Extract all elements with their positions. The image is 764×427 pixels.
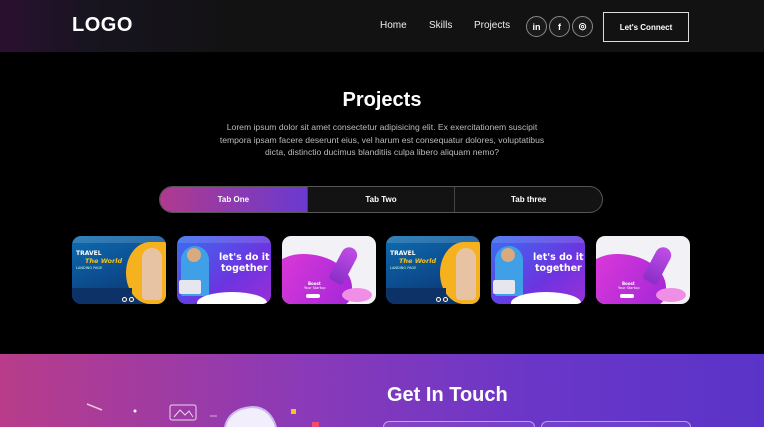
- lets-connect-button[interactable]: Let's Connect: [603, 12, 689, 42]
- contact-illustration: [86, 403, 319, 427]
- card-caption: LANDING PAGE: [390, 266, 417, 270]
- card-person: [501, 248, 515, 262]
- card-laptop: [179, 280, 201, 294]
- last-name-field[interactable]: [541, 421, 691, 427]
- card-button: [306, 294, 320, 298]
- card-heading: let's do it: [219, 252, 270, 263]
- card-subheading: The World: [85, 257, 123, 265]
- project-card[interactable]: Boost Your Startup: [282, 236, 376, 304]
- projects-title: Projects: [342, 89, 422, 111]
- card-shape: [656, 288, 686, 302]
- project-card[interactable]: TRAVEL The World LANDING PAGE: [72, 236, 166, 304]
- slider-dot: [129, 297, 134, 302]
- card-button: [620, 294, 634, 298]
- tab-one[interactable]: Tab One: [160, 187, 307, 212]
- card-caption: LANDING PAGE: [76, 266, 103, 270]
- card-person: [456, 248, 476, 300]
- nav-link-home[interactable]: Home: [380, 20, 407, 31]
- slider-dot: [436, 297, 441, 302]
- facebook-icon[interactable]: f: [549, 16, 570, 37]
- slider-dot: [122, 297, 127, 302]
- card-heading: let's do it: [533, 252, 584, 263]
- card-topbar: [491, 236, 585, 243]
- card-shape: [342, 288, 372, 302]
- tab-two[interactable]: Tab Two: [306, 187, 455, 212]
- card-person: [142, 248, 162, 300]
- project-card[interactable]: TRAVEL The World LANDING PAGE: [386, 236, 480, 304]
- card-subheading: Your Startup: [304, 286, 326, 290]
- nav-link-skills[interactable]: Skills: [429, 20, 452, 31]
- linkedin-icon[interactable]: in: [526, 16, 547, 37]
- tab-three[interactable]: Tab three: [454, 187, 602, 212]
- projects-description: Lorem ipsum dolor sit amet consectetur a…: [219, 122, 545, 158]
- card-subheading: together: [535, 263, 582, 274]
- slider-dot: [443, 297, 448, 302]
- logo[interactable]: LOGO: [72, 14, 133, 37]
- navbar: LOGO Home Skills Projects in f ◎ Let's C…: [0, 0, 764, 52]
- project-card[interactable]: let's do it together: [491, 236, 585, 304]
- contact-title: Get In Touch: [387, 384, 508, 406]
- contact-section: Get In Touch: [0, 354, 764, 427]
- card-subheading: Your Startup: [618, 286, 640, 290]
- card-person: [187, 248, 201, 262]
- card-topbar: [177, 236, 271, 243]
- nav-link-projects[interactable]: Projects: [474, 20, 510, 31]
- project-tabs: Tab One Tab Two Tab three: [159, 186, 603, 213]
- instagram-icon[interactable]: ◎: [572, 16, 593, 37]
- card-heading: TRAVEL: [76, 250, 102, 257]
- first-name-field[interactable]: [383, 421, 535, 427]
- card-heading: TRAVEL: [390, 250, 416, 257]
- card-laptop: [493, 280, 515, 294]
- card-subheading: The World: [399, 257, 437, 265]
- project-card[interactable]: let's do it together: [177, 236, 271, 304]
- card-subheading: together: [221, 263, 268, 274]
- project-card[interactable]: Boost Your Startup: [596, 236, 690, 304]
